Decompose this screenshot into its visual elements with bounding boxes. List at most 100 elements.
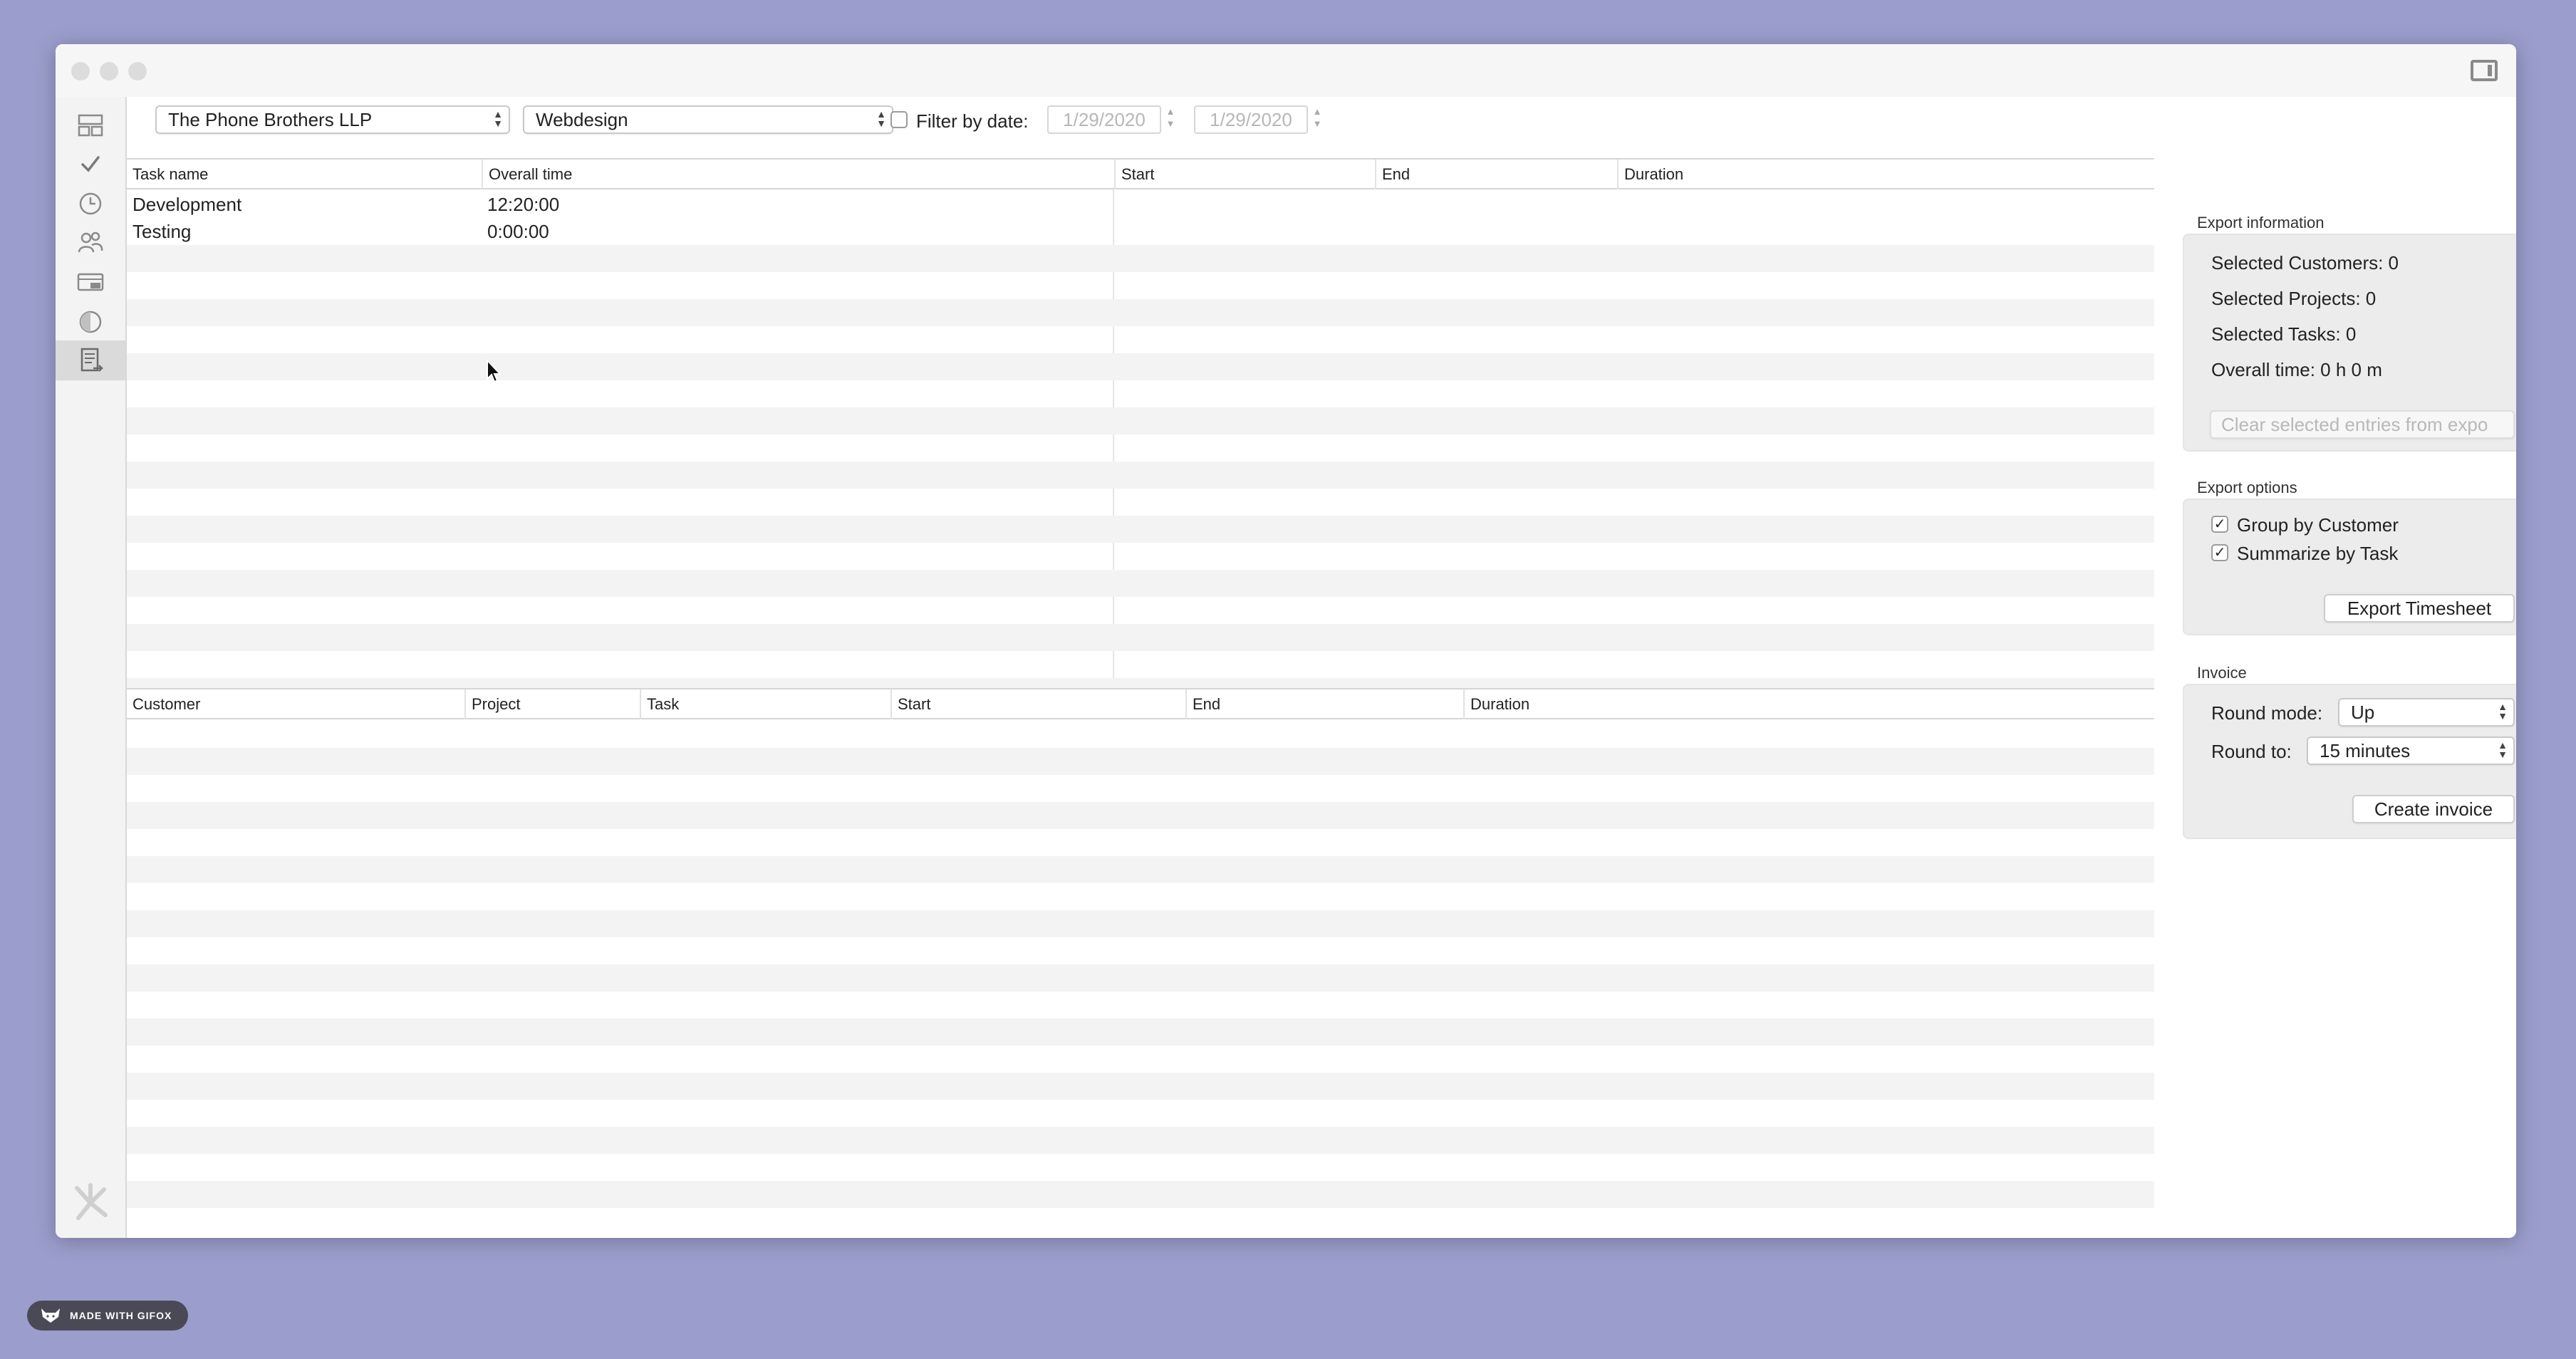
date-to-stepper[interactable]: ▲ ▼	[1311, 105, 1324, 134]
empty-row	[127, 1073, 2154, 1100]
customer-select[interactable]: The Phone Brothers LLP ▲ ▼	[155, 105, 510, 134]
minimize-window-button[interactable]	[100, 62, 118, 80]
chevron-updown-icon: ▲ ▼	[2498, 701, 2508, 722]
summarize-by-task-checkbox[interactable]: ✓	[2211, 544, 2228, 561]
app-window: The Phone Brothers LLP ▲ ▼ Webdesign ▲ ▼ F…	[56, 44, 2516, 1238]
app-logo-icon	[75, 1183, 108, 1220]
empty-row	[127, 1127, 2154, 1154]
export-information-title: Export information	[2197, 214, 2325, 231]
selected-tasks-text: Selected Tasks: 0	[2211, 323, 2357, 345]
clock-icon[interactable]	[56, 184, 125, 224]
column-header-end[interactable]: End	[1185, 689, 1463, 719]
entries-table-header: Customer Project Task Start End Duration	[127, 688, 2154, 719]
round-to-label: Round to:	[2211, 741, 2292, 762]
export-options-box: ✓ Group by Customer ✓ Summarize by Task …	[2183, 499, 2516, 635]
selected-customers-text: Selected Customers: 0	[2211, 252, 2399, 274]
empty-row	[127, 624, 2154, 651]
empty-row	[127, 380, 2154, 407]
round-to-value: 15 minutes	[2320, 740, 2411, 761]
clear-selected-entries-button[interactable]: Clear selected entries from expo	[2210, 410, 2515, 439]
column-header-task-name[interactable]: Task name	[127, 160, 482, 189]
close-window-button[interactable]	[71, 62, 90, 80]
export-options-title: Export options	[2197, 479, 2297, 496]
empty-row	[127, 856, 2154, 883]
empty-row	[127, 570, 2154, 597]
column-header-start[interactable]: Start	[1114, 160, 1375, 189]
tasks-check-icon[interactable]	[56, 144, 125, 184]
reports-icon[interactable]	[56, 302, 125, 342]
round-mode-value: Up	[2351, 702, 2375, 723]
entries-table: Customer Project Task Start End Duration	[127, 688, 2154, 1238]
date-to-field[interactable]: 1/29/2020	[1194, 105, 1308, 134]
empty-row	[127, 543, 2154, 570]
empty-row	[127, 489, 2154, 516]
empty-row	[127, 462, 2154, 489]
round-mode-label: Round mode:	[2211, 702, 2323, 724]
chevron-updown-icon: ▲ ▼	[493, 108, 503, 129]
export-icon[interactable]	[56, 340, 125, 380]
task-table: Task name Overall time Start End Duratio…	[127, 158, 2154, 728]
empty-row	[127, 326, 2154, 353]
empty-row	[127, 802, 2154, 829]
task-table-header: Task name Overall time Start End Duratio…	[127, 158, 2154, 189]
mouse-cursor-icon	[487, 359, 502, 383]
overall-time-cell: 12:20:00	[487, 194, 560, 215]
overall-time-text: Overall time: 0 h 0 m	[2211, 359, 2382, 380]
selected-projects-text: Selected Projects: 0	[2211, 288, 2377, 309]
empty-row	[127, 299, 2154, 326]
gifox-watermark: MADE WITH GIFOX	[27, 1301, 188, 1331]
rates-icon[interactable]	[56, 262, 125, 302]
column-header-start[interactable]: Start	[890, 689, 1185, 719]
summarize-by-task-label: Summarize by Task	[2237, 543, 2399, 564]
customer-select-value: The Phone Brothers LLP	[168, 109, 373, 130]
date-from-field[interactable]: 1/29/2020	[1047, 105, 1161, 134]
empty-row	[127, 651, 2154, 678]
table-row[interactable]: Testing 0:00:00	[127, 218, 2154, 245]
invoice-box: Round mode: Up ▲ ▼ Round to: 15 minutes ▲…	[2183, 684, 2516, 839]
empty-row	[127, 910, 2154, 937]
export-information-box: Selected Customers: 0 Selected Projects:…	[2183, 234, 2516, 452]
export-timesheet-button[interactable]: Export Timesheet	[2324, 594, 2515, 623]
filter-by-date-checkbox[interactable]	[890, 111, 908, 128]
icon-sidebar	[56, 97, 127, 1238]
round-to-select[interactable]: 15 minutes ▲ ▼	[2307, 736, 2515, 765]
empty-row	[127, 407, 2154, 434]
column-header-end[interactable]: End	[1375, 160, 1617, 189]
fox-logo-icon	[41, 1308, 60, 1323]
empty-row	[127, 272, 2154, 299]
watermark-text: MADE WITH GIFOX	[70, 1310, 172, 1321]
column-header-duration[interactable]: Duration	[1463, 689, 2154, 719]
column-header-task[interactable]: Task	[640, 689, 890, 719]
dashboard-icon[interactable]	[56, 105, 125, 145]
chevron-updown-icon: ▲ ▼	[2498, 739, 2508, 760]
empty-row	[127, 245, 2154, 272]
column-header-customer[interactable]: Customer	[127, 689, 464, 719]
task-name-cell: Testing	[133, 221, 192, 242]
empty-row	[127, 964, 2154, 991]
group-by-customer-label: Group by Customer	[2237, 514, 2399, 536]
project-select-value: Webdesign	[536, 109, 628, 130]
round-mode-select[interactable]: Up ▲ ▼	[2338, 698, 2515, 727]
task-name-cell: Development	[133, 194, 242, 215]
project-select[interactable]: Webdesign ▲ ▼	[523, 105, 893, 134]
zoom-window-button[interactable]	[128, 62, 147, 80]
overall-time-cell: 0:00:00	[487, 221, 549, 242]
table-row[interactable]: Development 12:20:00	[127, 191, 2154, 218]
customers-icon[interactable]	[56, 222, 125, 262]
column-header-overall-time[interactable]: Overall time	[482, 160, 1114, 189]
empty-row	[127, 748, 2154, 775]
title-bar	[56, 44, 2516, 97]
empty-row	[127, 516, 2154, 543]
empty-row	[127, 1019, 2154, 1046]
create-invoice-button[interactable]: Create invoice	[2352, 795, 2515, 823]
date-from-stepper[interactable]: ▲ ▼	[1164, 105, 1177, 134]
chevron-updown-icon: ▲ ▼	[876, 108, 886, 129]
column-header-duration[interactable]: Duration	[1617, 160, 2154, 189]
empty-row	[127, 1181, 2154, 1208]
invoice-title: Invoice	[2197, 664, 2247, 682]
group-by-customer-checkbox[interactable]: ✓	[2211, 516, 2228, 533]
column-header-project[interactable]: Project	[464, 689, 640, 719]
filter-by-date-label: Filter by date:	[916, 110, 1029, 132]
sidebar-toggle-icon[interactable]	[2471, 60, 2498, 81]
empty-row	[127, 434, 2154, 462]
